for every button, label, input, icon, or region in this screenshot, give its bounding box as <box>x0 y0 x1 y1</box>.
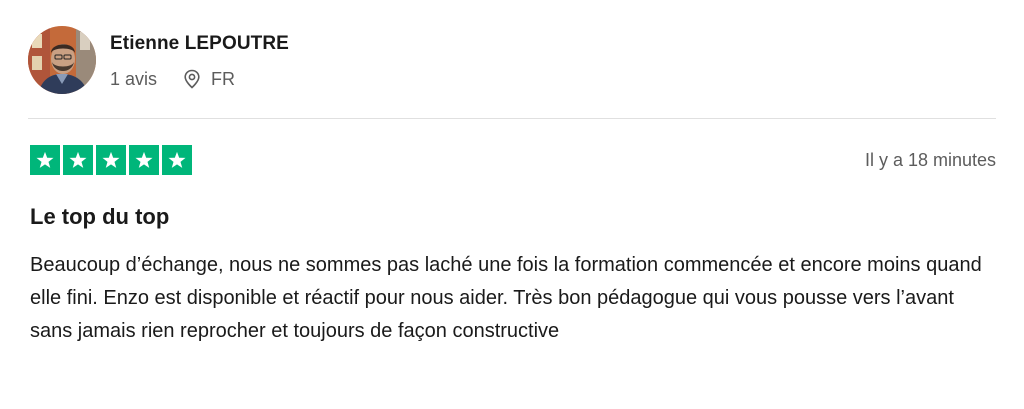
review-body: Beaucoup d’échange, nous ne sommes pas l… <box>30 254 982 342</box>
avatar[interactable] <box>28 26 96 94</box>
divider <box>28 118 996 119</box>
review-date[interactable]: Il y a 18 minutes <box>865 150 996 171</box>
reviewer-country: FR <box>211 69 236 89</box>
star-icon <box>30 145 60 175</box>
reviewer-header: Etienne LEPOUTRE 1 avis FR <box>28 26 289 94</box>
star-icon <box>162 145 192 175</box>
reviewer-meta: 1 avis FR <box>110 69 289 89</box>
star-icon <box>96 145 126 175</box>
rating-row: Il y a 18 minutes <box>30 145 996 175</box>
review-title[interactable]: Le top du top <box>30 203 169 231</box>
star-icon <box>129 145 159 175</box>
reviewer-name[interactable]: Etienne LEPOUTRE <box>110 33 289 55</box>
star-icon <box>63 145 93 175</box>
star-rating <box>30 145 192 175</box>
map-pin-icon <box>183 69 201 89</box>
review-count: 1 avis <box>110 69 158 89</box>
review-card: Etienne LEPOUTRE 1 avis FR Il y a 18 min… <box>0 0 1024 409</box>
reviewer-info: Etienne LEPOUTRE 1 avis FR <box>110 31 289 89</box>
